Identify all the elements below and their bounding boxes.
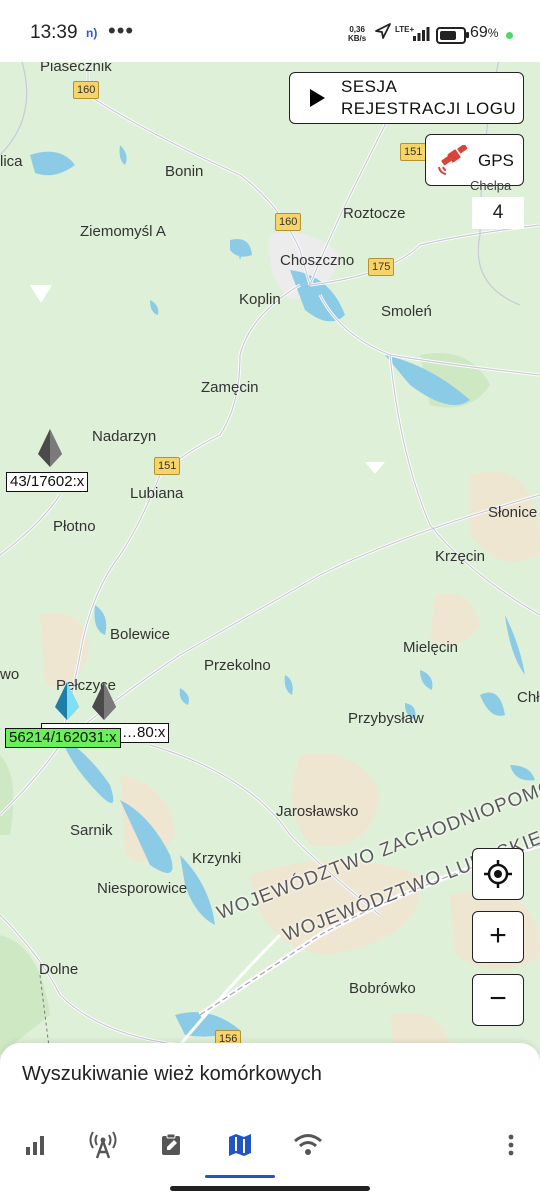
route-badge: 151 xyxy=(400,143,427,161)
battery-icon xyxy=(436,27,469,44)
network-speed-value: 0,36 xyxy=(349,25,365,34)
map-place-label: Słonice xyxy=(488,504,538,521)
crosshair-icon xyxy=(484,860,512,888)
notes-icon xyxy=(162,1133,180,1155)
more-notifications-icon: ••• xyxy=(108,18,135,43)
tab-map[interactable] xyxy=(220,1125,260,1165)
map-place-label: Chł xyxy=(517,689,540,706)
map-place-label: Krzęcin xyxy=(435,548,486,565)
bottom-panel: Wyszukiwanie wież komórkowych xyxy=(0,1043,540,1200)
map-place-label: lica xyxy=(0,153,23,170)
chelpa-label: Chelpa xyxy=(470,178,512,193)
map-place-label: Przybysław xyxy=(348,710,424,727)
map-place-label: Ziemomyśl A xyxy=(80,223,166,240)
map-place-label: Bobrówko xyxy=(349,980,416,997)
map-place-label: Niesporowice xyxy=(97,880,188,897)
route-badge: 175 xyxy=(368,258,395,276)
cell-tower-marker[interactable] xyxy=(37,428,63,468)
map-place-label: Płotno xyxy=(53,518,96,535)
nfc-icon: n) xyxy=(86,26,98,40)
tab-more[interactable] xyxy=(491,1125,531,1165)
my-location-button[interactable] xyxy=(472,848,524,900)
tab-notes[interactable] xyxy=(151,1125,191,1165)
status-bar: 13:39 n) ••• 0,36 KB/s LTE+ 69% xyxy=(0,0,540,62)
play-icon xyxy=(310,89,325,107)
map-view[interactable]: Piasecznik lica Bonin Roztocze Ziemomyśl… xyxy=(0,55,540,1055)
network-speed: 0,36 KB/s xyxy=(348,25,366,43)
zoom-in-button[interactable]: + xyxy=(472,911,524,963)
map-place-label: Bonin xyxy=(165,163,204,180)
wifi-icon xyxy=(294,1134,322,1155)
map-place-label: Choszczno xyxy=(280,252,355,269)
cell-tower-marker-active[interactable] xyxy=(54,681,80,721)
map-place-label: Przekolno xyxy=(204,657,271,674)
map-place-label: Smoleń xyxy=(381,303,432,320)
cell-tower-marker[interactable] xyxy=(91,681,117,721)
map-place-label: Jarosławsko xyxy=(276,803,359,820)
start-log-session-button[interactable]: SESJA REJESTRACJI LOGU xyxy=(289,72,524,124)
map-place-label: Roztocze xyxy=(343,205,406,222)
zoom-out-button[interactable]: − xyxy=(472,974,524,1026)
battery-percent: 69% xyxy=(470,24,499,41)
tower-label-active[interactable]: 56214/162031:x xyxy=(5,728,121,748)
status-time: 13:39 xyxy=(30,22,78,43)
tower-icon xyxy=(89,1131,117,1159)
tab-towers[interactable] xyxy=(83,1125,123,1165)
map-place-label: Mielęcin xyxy=(403,639,459,656)
map-place-label: Zamęcin xyxy=(201,379,259,396)
map-place-label: Koplin xyxy=(239,291,281,308)
panel-title: Wyszukiwanie wież komórkowych xyxy=(22,1063,322,1085)
map-place-label: Bolewice xyxy=(110,626,171,643)
home-indicator xyxy=(170,1186,370,1191)
bottom-tab-bar xyxy=(0,1125,540,1165)
tab-wifi[interactable] xyxy=(288,1125,328,1165)
active-tab-indicator xyxy=(205,1175,275,1178)
signal-bars-icon xyxy=(26,1136,44,1155)
satellite-icon xyxy=(438,145,468,175)
map-icon xyxy=(229,1134,251,1156)
tab-signal[interactable] xyxy=(15,1125,55,1165)
route-badge: 160 xyxy=(275,213,302,231)
privacy-indicator-dot xyxy=(506,32,513,39)
route-badge: 151 xyxy=(154,457,181,475)
gps-label: GPS xyxy=(478,151,514,170)
map-place-label: Nadarzyn xyxy=(92,428,157,445)
map-place-label: Krzynki xyxy=(192,850,242,867)
map-place-label: Dolne xyxy=(39,961,79,978)
cell-signal-icon xyxy=(413,27,430,41)
map-place-label: Lubiana xyxy=(130,485,184,502)
chelpa-counter: 4 xyxy=(472,197,524,229)
route-badge: 160 xyxy=(73,81,100,99)
map-place-label: wo xyxy=(0,666,20,683)
tower-label[interactable]: 43/17602:x xyxy=(6,472,89,492)
location-arrow-icon xyxy=(375,23,391,39)
map-place-label: Sarnik xyxy=(70,822,113,839)
session-button-label: SESJA REJESTRACJI LOGU xyxy=(341,77,517,118)
network-speed-unit: KB/s xyxy=(348,34,367,43)
more-vert-icon xyxy=(508,1134,514,1156)
